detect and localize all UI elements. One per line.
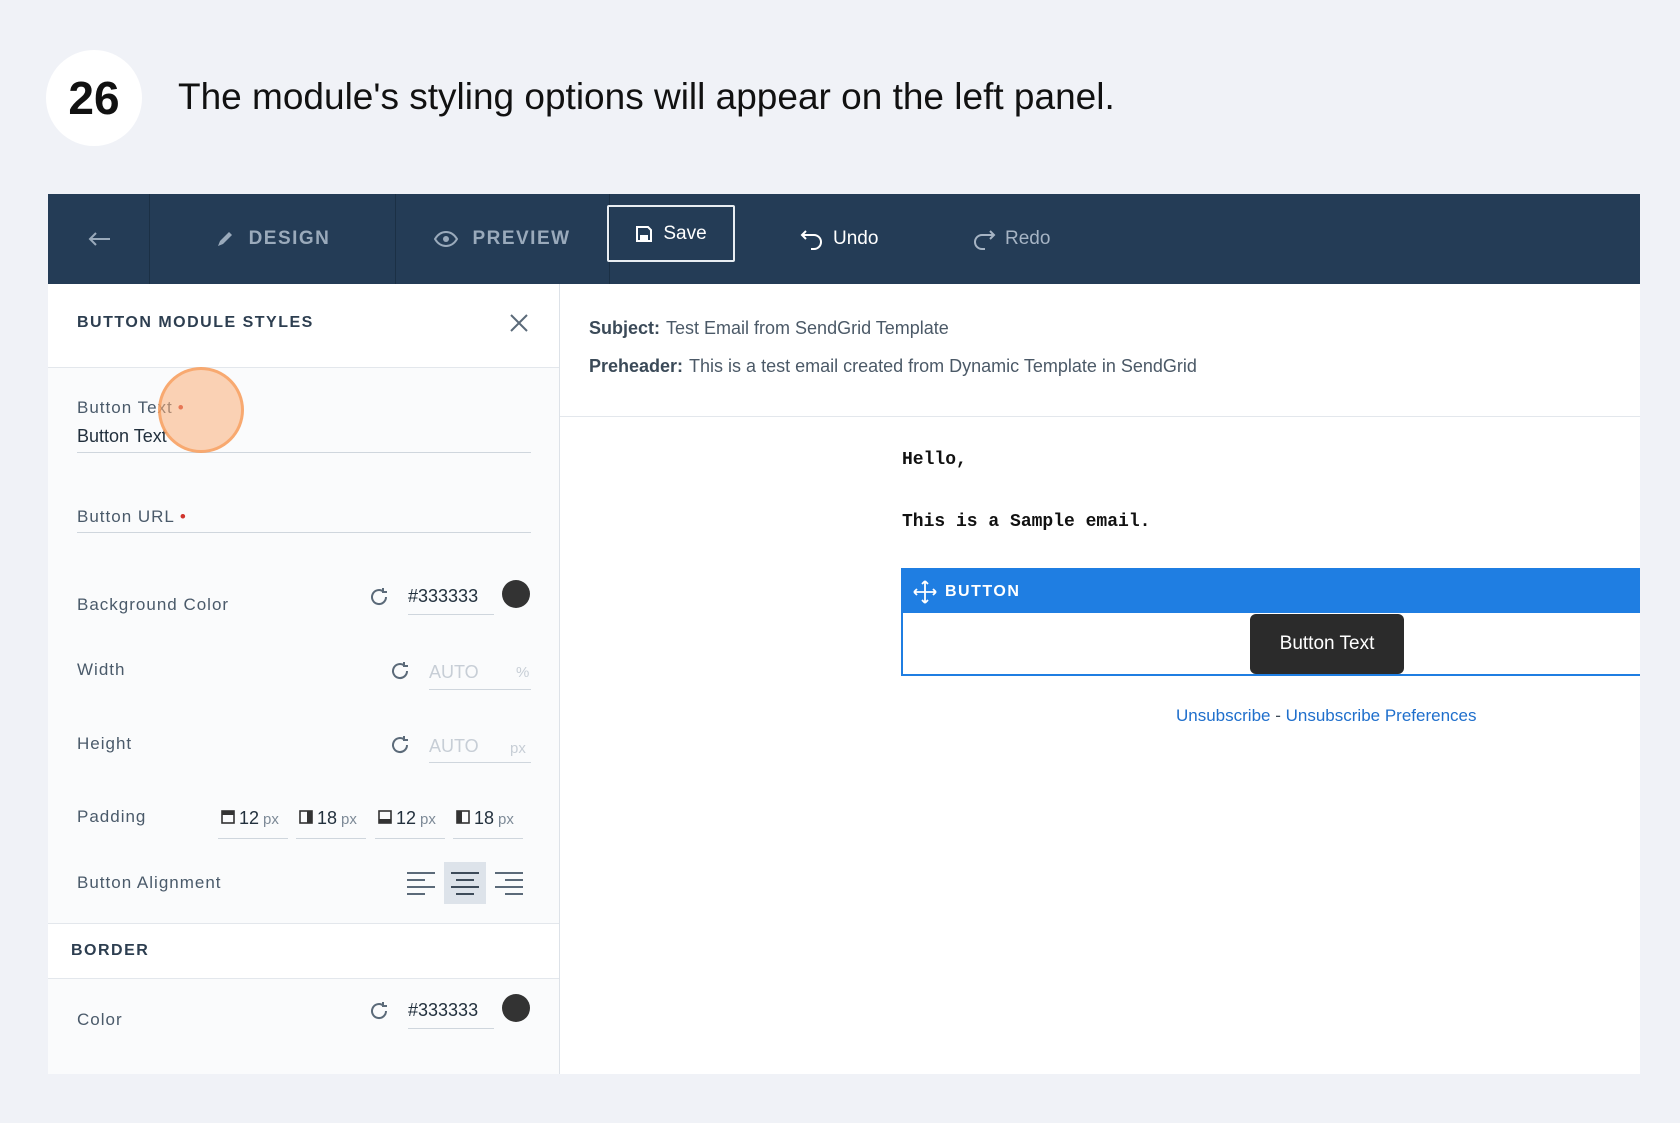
- step-number-badge: 26: [46, 50, 142, 146]
- align-left-icon: [407, 872, 435, 895]
- border-color-label: Color: [77, 1010, 123, 1029]
- email-greeting: Hello,: [902, 450, 967, 470]
- padding-bottom-unit: px: [420, 811, 436, 828]
- pencil-icon: [215, 229, 235, 249]
- undo-label: Undo: [833, 228, 879, 249]
- reset-icon[interactable]: [368, 1000, 390, 1027]
- reset-icon[interactable]: [368, 586, 390, 613]
- link-separator: -: [1270, 706, 1286, 725]
- email-preheader: Preheader: This is a test email created f…: [589, 356, 1197, 377]
- bg-color-swatch[interactable]: [502, 580, 530, 608]
- bg-color-underline: [408, 614, 494, 615]
- subject-value: Test Email from SendGrid Template: [666, 318, 949, 338]
- close-icon[interactable]: [508, 312, 530, 339]
- button-text-underline: [77, 452, 531, 453]
- move-icon[interactable]: [913, 579, 937, 604]
- padding-top-field[interactable]: 12 px: [221, 808, 279, 829]
- preheader-label: Preheader:: [589, 356, 684, 376]
- padding-right-field[interactable]: 18 px: [299, 808, 357, 829]
- border-color-swatch[interactable]: [502, 994, 530, 1022]
- required-marker: •: [179, 507, 187, 526]
- align-right-icon: [495, 872, 523, 895]
- height-underline: [429, 762, 531, 763]
- padding-bottom-underline: [375, 838, 445, 839]
- unsubscribe-link[interactable]: Unsubscribe: [1176, 706, 1271, 725]
- padding-label: Padding: [77, 807, 147, 826]
- width-unit: %: [516, 664, 530, 681]
- padding-left-value: 18: [474, 808, 495, 828]
- padding-left-underline: [453, 838, 523, 839]
- redo-icon: [974, 230, 996, 250]
- border-section-header: BORDER: [48, 923, 559, 979]
- undo-icon: [800, 230, 822, 250]
- save-button[interactable]: Save: [607, 205, 735, 262]
- padding-right-icon: [299, 810, 313, 824]
- button-url-input[interactable]: [77, 532, 531, 533]
- step-instruction: The module's styling options will appear…: [178, 76, 1115, 117]
- redo-button[interactable]: Redo: [972, 194, 1050, 284]
- padding-bottom-icon: [378, 810, 392, 824]
- unsubscribe-preferences-link[interactable]: Unsubscribe Preferences: [1286, 706, 1477, 725]
- email-cta-button[interactable]: Button Text: [1250, 614, 1404, 674]
- padding-right-unit: px: [341, 811, 357, 828]
- button-text-input[interactable]: Button Text: [77, 426, 167, 447]
- redo-label: Redo: [1005, 228, 1051, 249]
- undo-button[interactable]: Undo: [800, 194, 878, 284]
- subject-label: Subject:: [589, 318, 661, 338]
- border-color-underline: [408, 1028, 494, 1029]
- height-label: Height: [77, 734, 133, 753]
- align-left-button[interactable]: [400, 862, 442, 904]
- align-center-icon: [451, 872, 479, 895]
- tab-design-label: DESIGN: [248, 228, 331, 249]
- preheader-value: This is a test email created from Dynami…: [689, 356, 1197, 376]
- tab-design[interactable]: DESIGN: [150, 194, 396, 284]
- bg-color-input[interactable]: #333333: [408, 586, 478, 607]
- editor-window: DESIGN PREVIEW Save Undo Redo BUTTON MOD…: [48, 194, 1640, 1074]
- padding-right-underline: [296, 838, 366, 839]
- padding-top-unit: px: [263, 811, 279, 828]
- reset-icon[interactable]: [389, 660, 411, 687]
- padding-bottom-field[interactable]: 12 px: [378, 808, 436, 829]
- border-section-title: BORDER: [71, 942, 150, 959]
- unsubscribe-links: Unsubscribe - Unsubscribe Preferences: [1176, 706, 1476, 726]
- floppy-disk-icon: [636, 225, 653, 242]
- save-label: Save: [663, 222, 707, 244]
- alignment-label: Button Alignment: [77, 873, 222, 892]
- click-highlight: [158, 367, 244, 453]
- preview-divider: [560, 416, 1640, 417]
- align-center-button[interactable]: [444, 862, 486, 904]
- email-subject: Subject: Test Email from SendGrid Templat…: [589, 318, 949, 339]
- height-unit: px: [510, 740, 526, 757]
- align-right-button[interactable]: [488, 862, 530, 904]
- back-button[interactable]: [48, 194, 150, 284]
- button-url-label: Button URL •: [77, 507, 187, 527]
- width-label: Width: [77, 660, 126, 679]
- bg-color-label: Background Color: [77, 595, 230, 614]
- padding-right-value: 18: [317, 808, 338, 828]
- button-module-label: BUTTON: [945, 582, 1021, 600]
- email-body-text: This is a Sample email.: [902, 512, 1151, 532]
- panel-header: BUTTON MODULE STYLES: [48, 284, 559, 368]
- width-underline: [429, 689, 531, 690]
- button-module-header[interactable]: BUTTON: [903, 570, 1640, 613]
- padding-left-icon: [456, 810, 470, 824]
- padding-top-value: 12: [239, 808, 260, 828]
- panel-title: BUTTON MODULE STYLES: [77, 314, 314, 331]
- button-url-label-text: Button URL: [77, 507, 175, 526]
- padding-top-icon: [221, 810, 235, 824]
- arrow-left-icon: [88, 232, 110, 246]
- eye-icon: [434, 231, 459, 247]
- border-color-input[interactable]: #333333: [408, 1000, 478, 1021]
- padding-left-field[interactable]: 18 px: [456, 808, 514, 829]
- padding-bottom-value: 12: [396, 808, 417, 828]
- height-input[interactable]: AUTO: [429, 736, 479, 757]
- tab-preview[interactable]: PREVIEW: [396, 194, 610, 284]
- tab-preview-label: PREVIEW: [472, 228, 571, 249]
- reset-icon[interactable]: [389, 734, 411, 761]
- top-toolbar: DESIGN PREVIEW Save Undo Redo: [48, 194, 1640, 284]
- padding-top-underline: [218, 838, 288, 839]
- width-input[interactable]: AUTO: [429, 662, 479, 683]
- padding-left-unit: px: [498, 811, 514, 828]
